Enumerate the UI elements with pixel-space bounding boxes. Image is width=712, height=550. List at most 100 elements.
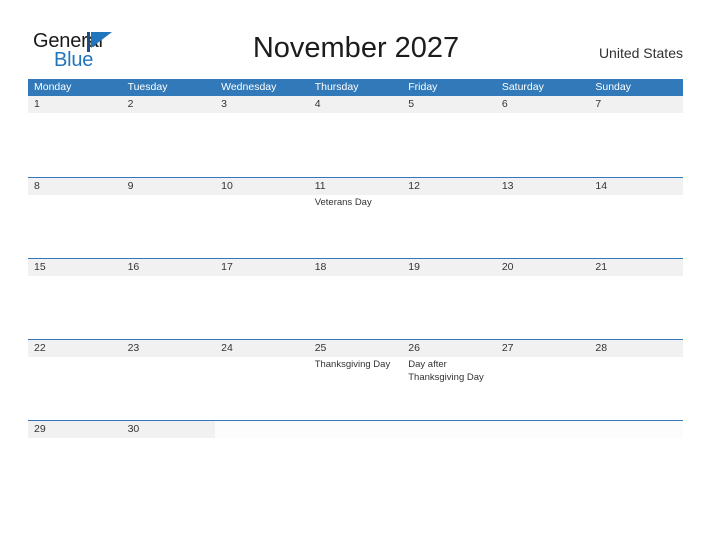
day-events: Day after Thanksgiving Day (408, 359, 492, 384)
calendar-day-cell[interactable]: 10 (215, 178, 309, 258)
day-number: 1 (34, 98, 40, 110)
event-label: Veterans Day (314, 197, 372, 208)
day-number: 2 (127, 98, 134, 110)
country-label: United States (598, 45, 683, 61)
day-stripe (495, 96, 590, 113)
calendar-day-cell[interactable]: 29 (28, 421, 122, 451)
weekday-header-row: Monday Tuesday Wednesday Thursday Friday… (28, 79, 683, 96)
calendar-day-cell[interactable]: 18 (308, 259, 403, 339)
day-events: Thanksgiving Day (315, 359, 399, 372)
day-number: 15 (34, 261, 46, 273)
day-stripe (495, 421, 590, 438)
day-number: 9 (127, 180, 134, 192)
calendar-day-cell[interactable]: 5 (402, 96, 496, 177)
page-header: General Blue November 2027 United States (0, 0, 712, 78)
day-stripe (589, 421, 683, 438)
calendar-day-cell[interactable]: 17 (215, 259, 309, 339)
calendar-day-cell[interactable]: 28 (589, 340, 683, 420)
day-number: 7 (595, 98, 602, 110)
calendar-day-cell-empty (589, 421, 683, 451)
day-number: 10 (221, 180, 233, 192)
calendar-day-cell-empty (402, 421, 496, 451)
calendar-day-cell[interactable]: 6 (495, 96, 590, 177)
day-number: 8 (34, 180, 40, 192)
day-number: 27 (501, 342, 514, 354)
day-number: 6 (501, 98, 508, 110)
day-number: 24 (221, 342, 233, 354)
weekday-header-monday: Monday (34, 81, 72, 93)
calendar-day-cell[interactable]: 2 (121, 96, 216, 177)
day-number: 11 (314, 180, 326, 192)
calendar-day-cell[interactable]: 20 (495, 259, 590, 339)
day-stripe (215, 421, 309, 438)
calendar-day-cell[interactable]: 12 (402, 178, 496, 258)
calendar-week-row: 22 23 24 25 Thanksgiving Day 26 Day afte… (28, 339, 683, 420)
day-number: 25 (314, 342, 327, 354)
event-label: Day after (408, 359, 447, 370)
calendar-week-row: 29 30 (28, 420, 683, 451)
day-number: 21 (595, 261, 608, 273)
weekday-header-friday: Friday (408, 81, 438, 93)
day-stripe (121, 96, 216, 113)
day-number: 17 (221, 261, 233, 273)
day-number: 23 (127, 342, 140, 354)
day-number: 13 (501, 180, 514, 192)
calendar-day-cell[interactable]: 7 (589, 96, 683, 177)
calendar-day-cell[interactable]: 22 (28, 340, 122, 420)
day-stripe (308, 96, 403, 113)
calendar-day-cell[interactable]: 25 Thanksgiving Day (308, 340, 403, 420)
calendar-day-cell-empty (495, 421, 590, 451)
weekday-header-thursday: Thursday (314, 81, 359, 93)
day-number: 29 (34, 423, 46, 435)
calendar-day-cell[interactable]: 26 Day after Thanksgiving Day (402, 340, 496, 420)
weekday-header-saturday: Saturday (501, 81, 544, 93)
weekday-header-wednesday: Wednesday (221, 81, 277, 93)
calendar-day-cell[interactable]: 30 (121, 421, 216, 451)
day-number: 5 (408, 98, 415, 110)
calendar-week-row: 8 9 10 11 Veterans Day 12 13 14 (28, 177, 683, 258)
day-stripe (215, 96, 309, 113)
day-number: 16 (127, 261, 140, 273)
calendar-day-cell-empty (308, 421, 403, 451)
calendar-grid: Monday Tuesday Wednesday Thursday Friday… (28, 79, 683, 451)
weekday-header-tuesday: Tuesday (127, 81, 168, 93)
day-number: 20 (501, 261, 514, 273)
day-stripe (402, 421, 496, 438)
calendar-day-cell[interactable]: 14 (589, 178, 683, 258)
day-number: 3 (221, 98, 227, 110)
calendar-day-cell[interactable]: 27 (495, 340, 590, 420)
calendar-day-cell[interactable]: 11 Veterans Day (308, 178, 403, 258)
day-stripe (28, 178, 122, 195)
calendar-day-cell[interactable]: 16 (121, 259, 216, 339)
calendar-day-cell[interactable]: 24 (215, 340, 309, 420)
day-number: 14 (595, 180, 608, 192)
day-number: 19 (408, 261, 420, 273)
day-number: 26 (408, 342, 420, 354)
calendar-week-row: 15 16 17 18 19 20 21 (28, 258, 683, 339)
calendar-day-cell[interactable]: 13 (495, 178, 590, 258)
calendar-day-cell[interactable]: 21 (589, 259, 683, 339)
day-number: 12 (408, 180, 420, 192)
day-number: 30 (127, 423, 140, 435)
calendar-day-cell[interactable]: 23 (121, 340, 216, 420)
day-stripe (308, 421, 403, 438)
calendar-day-cell[interactable]: 9 (121, 178, 216, 258)
day-stripe (589, 96, 683, 113)
weekday-header-sunday: Sunday (595, 81, 631, 93)
day-stripe (402, 96, 496, 113)
day-number: 4 (314, 98, 321, 110)
calendar-day-cell-empty (215, 421, 309, 451)
calendar-day-cell[interactable]: 1 (28, 96, 122, 177)
calendar-week-row: 1 2 3 4 5 6 7 (28, 96, 683, 177)
day-stripe (121, 178, 216, 195)
day-number: 18 (314, 261, 327, 273)
calendar-day-cell[interactable]: 4 (308, 96, 403, 177)
event-label: Thanksgiving Day (408, 371, 484, 383)
day-stripe (28, 96, 122, 113)
calendar-day-cell[interactable]: 15 (28, 259, 122, 339)
calendar-day-cell[interactable]: 19 (402, 259, 496, 339)
day-number: 28 (595, 342, 608, 354)
calendar-day-cell[interactable]: 3 (215, 96, 309, 177)
calendar-day-cell[interactable]: 8 (28, 178, 122, 258)
day-number: 22 (34, 342, 46, 354)
